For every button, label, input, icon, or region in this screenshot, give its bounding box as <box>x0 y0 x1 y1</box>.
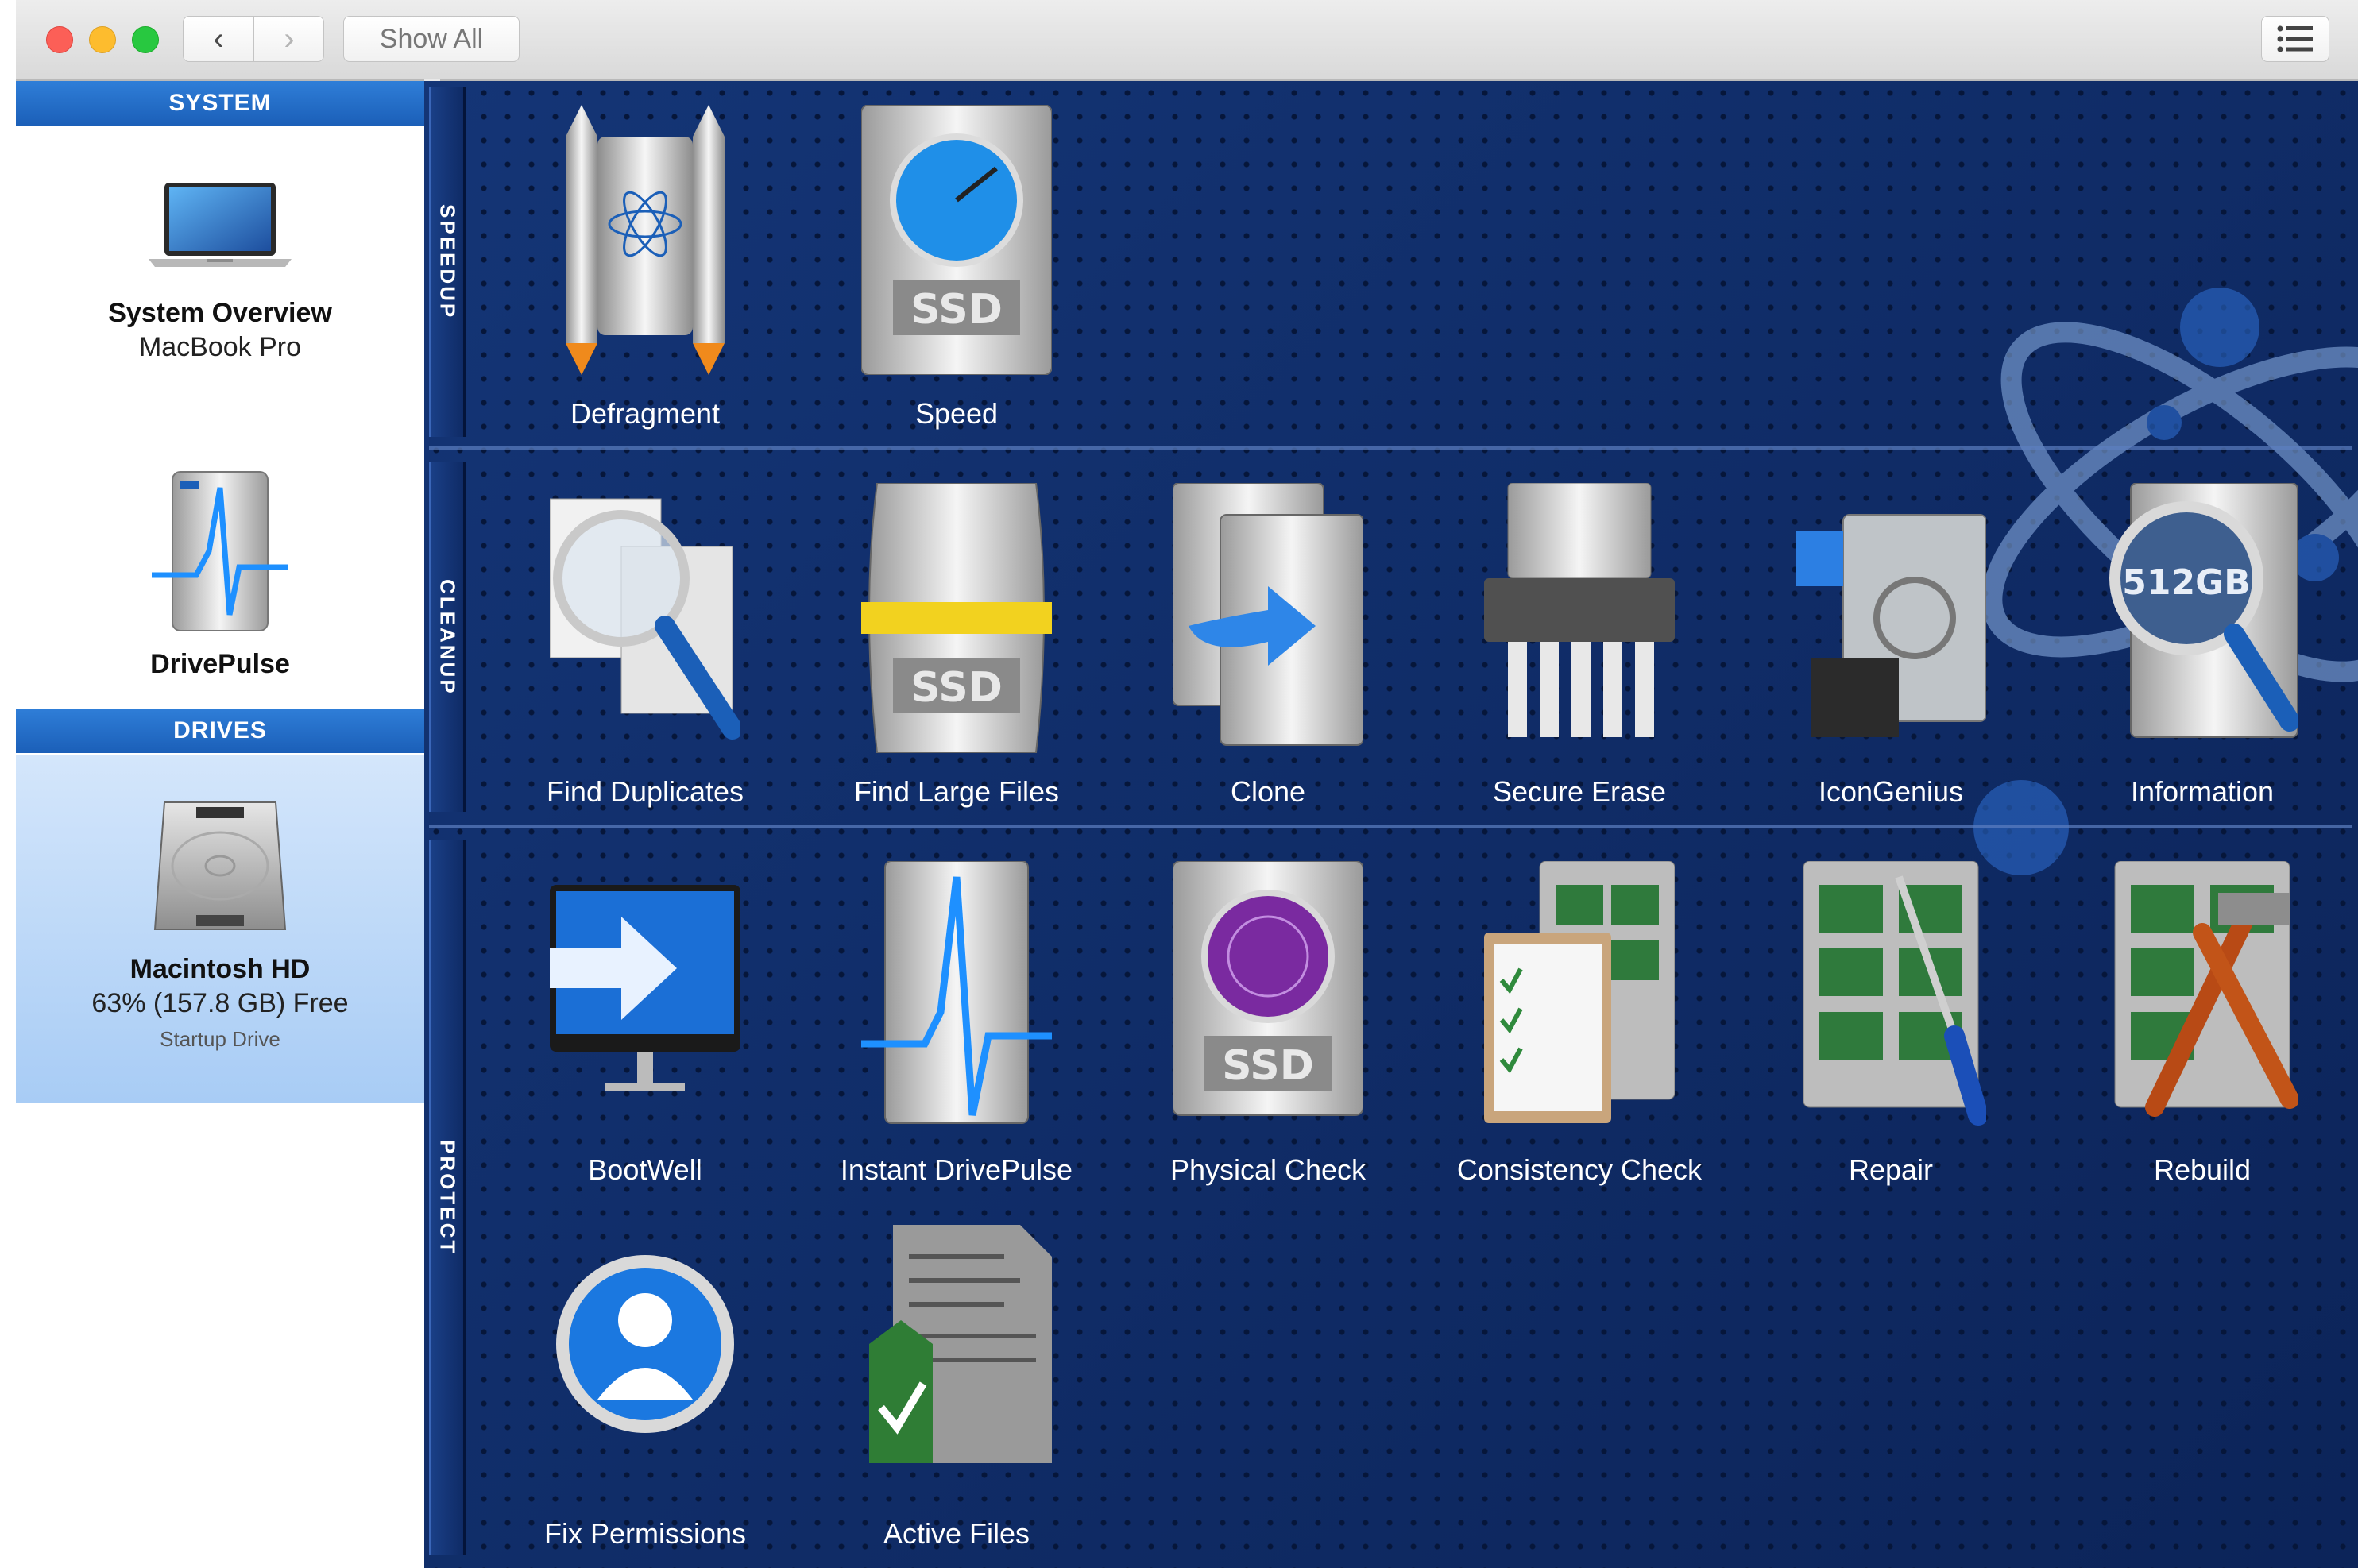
tool-label: Find Duplicates <box>546 775 744 808</box>
clipboard-checklist-icon <box>1484 861 1675 1123</box>
toolbar: ‹ › Show All <box>16 0 2358 81</box>
list-view-button[interactable] <box>2261 16 2329 62</box>
app-window: ‹ › Show All SYSTEM System Overview MacB… <box>16 0 2358 1568</box>
list-icon <box>2277 25 2313 52</box>
section-speedup: SPEEDUP <box>429 87 466 437</box>
system-overview-model: MacBook Pro <box>138 332 302 362</box>
sidebar: SYSTEM System Overview MacBook Pro Drive… <box>16 81 424 1568</box>
speedometer-ssd-icon: SSD <box>861 105 1052 375</box>
drivepulse-icon <box>152 471 288 631</box>
section-protect-label: PROTECT <box>435 1140 460 1256</box>
sidebar-item-drivepulse[interactable]: DrivePulse <box>16 464 424 680</box>
tool-label: Information <box>2130 775 2275 808</box>
section-protect: PROTECT <box>429 840 466 1555</box>
capacity-text: 512GB <box>2122 562 2251 603</box>
show-all-button[interactable]: Show All <box>343 16 520 62</box>
tools-panel: SPEEDUP CLEANUP PROTECT Defragment SSD S… <box>424 81 2358 1568</box>
tool-speed[interactable]: SSD Speed <box>801 97 1112 438</box>
screwdriver-board-icon <box>1803 861 1986 1126</box>
ssd-text: SSD <box>910 286 1003 334</box>
section-speedup-label: SPEEDUP <box>435 204 460 320</box>
section-separator <box>429 446 2352 450</box>
pulse-ssd-icon <box>861 861 1052 1124</box>
tool-label: IconGenius <box>1818 775 1964 808</box>
laptop-icon <box>149 183 292 267</box>
close-window-button[interactable] <box>46 26 73 53</box>
tool-physical-check[interactable]: SSD Physical Check <box>1112 853 1424 1195</box>
monitor-arrow-icon <box>550 885 740 1091</box>
tool-label: Defragment <box>570 397 721 430</box>
tagged-document-icon <box>869 1225 1052 1463</box>
tool-label: Fix Permissions <box>543 1517 747 1550</box>
user-permissions-icon <box>556 1255 734 1433</box>
tool-label: Repair <box>1848 1153 1934 1186</box>
radar-ssd-icon: SSD <box>1173 861 1363 1116</box>
navigation-buttons: ‹ › <box>183 16 324 62</box>
tool-label: Active Files <box>883 1517 1030 1550</box>
vault-icon <box>1796 514 1986 737</box>
shredder-icon <box>1484 483 1675 737</box>
rocket-drive-icon <box>566 105 725 375</box>
tool-label: Speed <box>914 397 999 430</box>
tool-fix-permissions[interactable]: Fix Permissions <box>489 1217 801 1558</box>
tool-bootwell[interactable]: BootWell <box>489 853 801 1195</box>
system-overview-title: System Overview <box>108 298 332 328</box>
section-cleanup-label: CLEANUP <box>435 578 460 696</box>
tool-active-files[interactable]: Active Files <box>801 1217 1112 1558</box>
sidebar-item-system-overview[interactable]: System Overview MacBook Pro <box>16 176 424 363</box>
section-cleanup: CLEANUP <box>429 462 466 812</box>
tool-find-duplicates[interactable]: Find Duplicates <box>489 475 801 817</box>
tool-label: BootWell <box>588 1153 702 1186</box>
tool-label: Instant DrivePulse <box>840 1153 1073 1186</box>
tool-icongenius[interactable]: IconGenius <box>1735 475 2047 817</box>
tool-clone[interactable]: Clone <box>1112 475 1424 817</box>
tool-label: Consistency Check <box>1456 1153 1703 1186</box>
hammer-wrench-board-icon <box>2114 861 2298 1117</box>
tool-find-large-files[interactable]: SSD Find Large Files <box>801 475 1112 817</box>
tool-defragment[interactable]: Defragment <box>489 97 801 438</box>
tool-label: Secure Erase <box>1492 775 1667 808</box>
drive-name: Macintosh HD <box>129 954 311 984</box>
tool-information[interactable]: 512GB Information <box>2047 475 2358 817</box>
clone-drives-icon <box>1173 483 1363 746</box>
drives-section-header: DRIVES <box>16 709 424 753</box>
drivepulse-title: DrivePulse <box>150 649 290 679</box>
drive-free-space: 63% (157.8 GB) Free <box>91 988 349 1018</box>
forward-button[interactable]: › <box>254 17 324 61</box>
tool-label: Find Large Files <box>853 775 1060 808</box>
tool-label: Rebuild <box>2153 1153 2252 1186</box>
magnifier-ssd-icon: 512GB <box>2109 483 2298 738</box>
tape-measure-ssd-icon: SSD <box>861 483 1052 753</box>
back-button[interactable]: ‹ <box>184 17 254 61</box>
minimize-window-button[interactable] <box>89 26 116 53</box>
ssd-text: SSD <box>910 664 1003 712</box>
tool-repair[interactable]: Repair <box>1735 853 2047 1195</box>
ssd-text: SSD <box>1222 1042 1314 1090</box>
system-section-header: SYSTEM <box>16 81 424 126</box>
drive-note: Startup Drive <box>160 1027 280 1051</box>
tool-label: Physical Check <box>1169 1153 1366 1186</box>
tool-rebuild[interactable]: Rebuild <box>2047 853 2358 1195</box>
magnifier-documents-icon <box>550 498 740 740</box>
hard-drive-icon <box>153 801 287 930</box>
tool-consistency-check[interactable]: Consistency Check <box>1424 853 1735 1195</box>
tool-instant-drivepulse[interactable]: Instant DrivePulse <box>801 853 1112 1195</box>
tool-secure-erase[interactable]: Secure Erase <box>1424 475 1735 817</box>
zoom-window-button[interactable] <box>132 26 159 53</box>
drive-item-macintosh-hd[interactable]: Macintosh HD 63% (157.8 GB) Free Startup… <box>16 755 424 1103</box>
tool-label: Clone <box>1230 775 1306 808</box>
section-separator <box>429 825 2352 828</box>
